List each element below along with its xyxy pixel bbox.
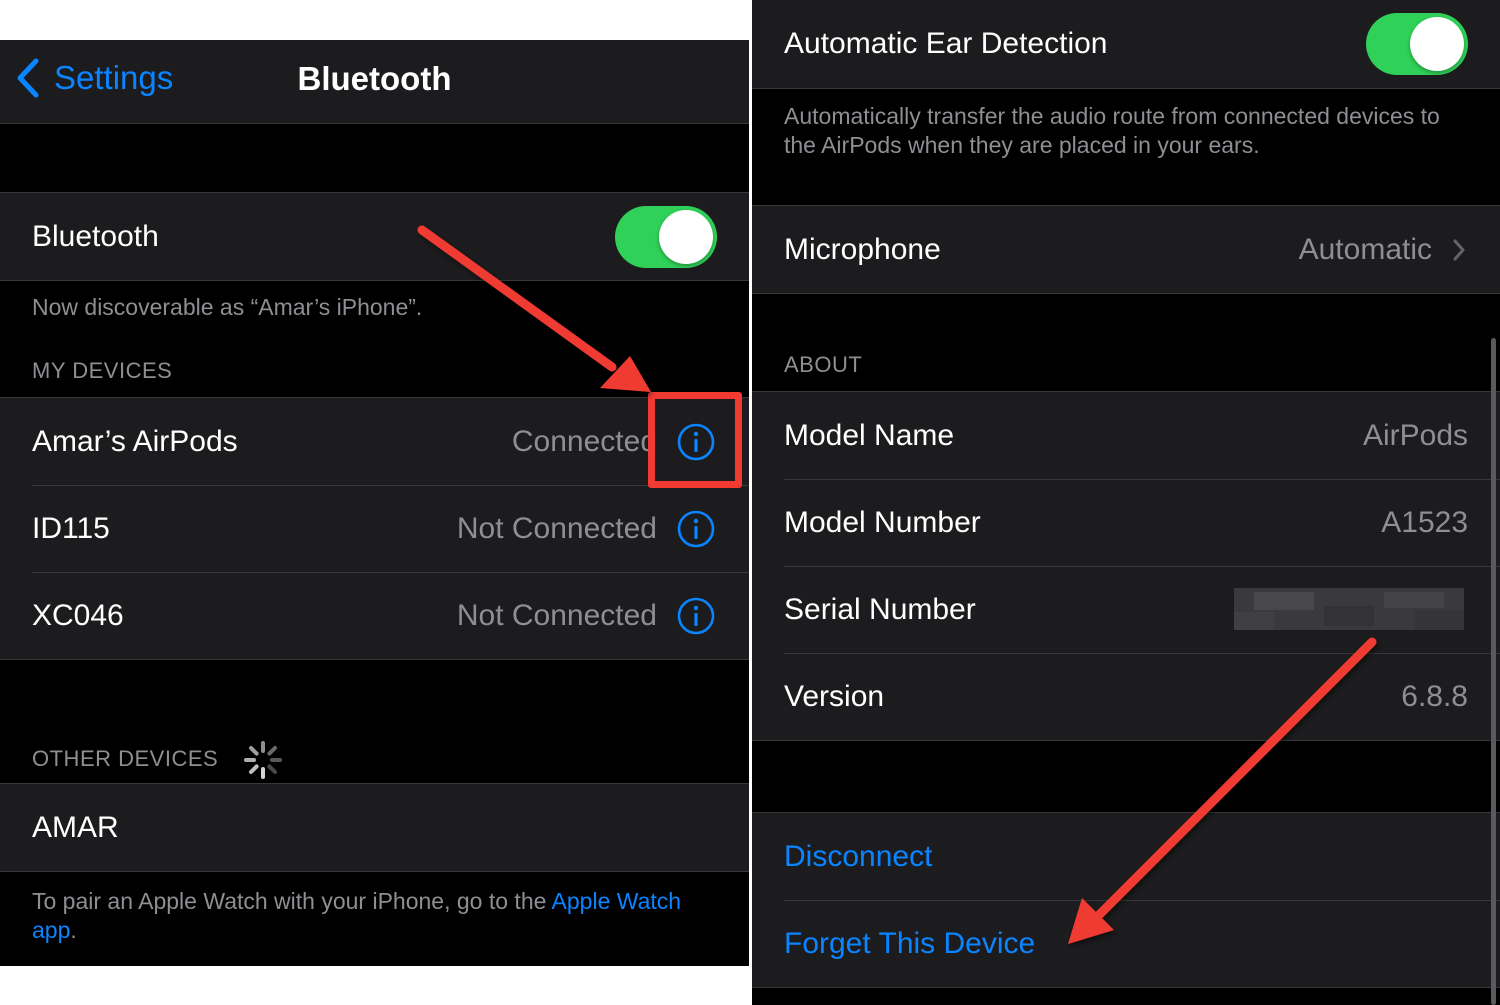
about-value: AirPods [1362, 418, 1468, 452]
other-devices-header: OTHER DEVICES [32, 740, 283, 780]
about-label: Version [784, 679, 885, 713]
toggle-knob [1410, 17, 1464, 71]
navigation-bar: Settings Bluetooth [0, 40, 749, 124]
spinner-icon [243, 741, 282, 779]
annotation-highlight-box [648, 392, 742, 488]
ear-detection-toggle[interactable] [1366, 13, 1468, 75]
microphone-label: Microphone [784, 232, 941, 266]
ear-detection-group: Automatic Ear Detection [752, 0, 1500, 89]
disconnect-label: Disconnect [784, 839, 933, 873]
page-title: Bluetooth [297, 60, 452, 97]
device-name: Amar’s AirPods [32, 424, 238, 458]
forget-device-button[interactable]: Forget This Device [752, 900, 1500, 987]
about-label: Model Name [784, 418, 955, 452]
apple-watch-note: To pair an Apple Watch with your iPhone,… [32, 887, 712, 945]
device-name: AMAR [32, 810, 119, 844]
about-row: Version 6.8.8 [752, 653, 1500, 740]
about-row: Model Name AirPods [752, 392, 1500, 479]
bluetooth-toggle-row: Bluetooth [0, 193, 749, 280]
forget-device-label: Forget This Device [784, 926, 1036, 960]
about-list: Model Name AirPods Model Number A1523 Se… [752, 391, 1500, 741]
ear-detection-note: Automatically transfer the audio route f… [784, 103, 1440, 158]
info-icon[interactable] [677, 597, 715, 635]
microphone-value: Automatic [1298, 232, 1432, 266]
device-row[interactable]: Amar’s AirPods Connected [0, 398, 749, 485]
device-status: Not Connected [456, 598, 657, 632]
other-device-row[interactable]: AMAR [0, 784, 749, 871]
about-value: 6.8.8 [1401, 679, 1468, 713]
microphone-group: Microphone Automatic [752, 205, 1500, 294]
pair-note-text: To pair an Apple Watch with your iPhone,… [32, 888, 552, 914]
device-name: XC046 [32, 598, 124, 632]
info-icon[interactable] [677, 510, 715, 548]
device-row[interactable]: XC046 Not Connected [0, 572, 749, 659]
discoverable-note: Now discoverable as “Amar’s iPhone”. [32, 294, 423, 320]
device-status: Connected [511, 424, 657, 458]
ear-detection-label: Automatic Ear Detection [784, 27, 1108, 60]
about-label: Model Number [784, 505, 981, 539]
my-devices-header: MY DEVICES [32, 358, 173, 383]
bluetooth-toggle-group: Bluetooth [0, 192, 749, 281]
disconnect-button[interactable]: Disconnect [752, 813, 1500, 900]
device-row[interactable]: ID115 Not Connected [0, 485, 749, 572]
screenshot-composite: Settings Bluetooth Bluetooth Now discove… [0, 0, 1500, 1005]
bluetooth-settings-screen: Settings Bluetooth Bluetooth Now discove… [0, 40, 749, 966]
pair-note-end: . [70, 917, 77, 943]
scrollbar[interactable] [1491, 338, 1496, 1005]
actions-group: Disconnect Forget This Device [752, 812, 1500, 988]
serial-number-redaction [1234, 588, 1464, 630]
chevron-right-icon [1453, 239, 1465, 260]
microphone-row[interactable]: Microphone Automatic [752, 206, 1500, 293]
about-value: A1523 [1381, 505, 1468, 539]
about-header: ABOUT [784, 352, 863, 377]
other-devices-list: AMAR [0, 783, 749, 872]
my-devices-list: Amar’s AirPods Connected ID115 Not Conne… [0, 397, 749, 660]
ear-detection-row: Automatic Ear Detection [752, 0, 1500, 88]
bluetooth-label: Bluetooth [32, 219, 159, 253]
other-devices-label: OTHER DEVICES [32, 745, 219, 771]
toggle-knob [659, 209, 713, 264]
airpods-detail-screen: Automatic Ear Detection Automatically tr… [752, 0, 1500, 1005]
bluetooth-toggle[interactable] [615, 205, 717, 268]
device-name: ID115 [32, 511, 110, 545]
device-status: Not Connected [456, 511, 657, 545]
about-row: Model Number A1523 [752, 479, 1500, 566]
about-row: Serial Number [752, 566, 1500, 653]
